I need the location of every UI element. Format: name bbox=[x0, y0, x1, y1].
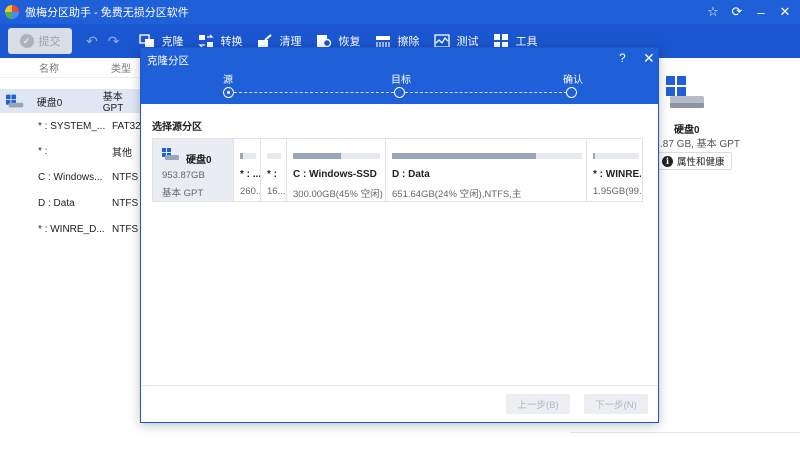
disk-row[interactable]: 硬盘0 基本 GPT bbox=[0, 89, 142, 114]
partition-detail: 300.00GB(45% 空闲),... bbox=[293, 189, 383, 200]
usage-fill bbox=[392, 153, 537, 159]
clone-icon bbox=[139, 34, 155, 47]
disk-name: 硬盘0 bbox=[186, 155, 212, 166]
partition-type: NTFS bbox=[112, 197, 139, 209]
app-title-bar: 傲梅分区助手 - 免费无损分区软件 ☆ ⟳ – ✕ bbox=[0, 0, 800, 24]
disk-type: 基本 GPT bbox=[102, 92, 124, 114]
partition-block[interactable]: D : Data 651.64GB(24% 空闲),NTFS,主 bbox=[385, 139, 586, 201]
partition-name: * : ... bbox=[240, 169, 260, 180]
refresh-icon[interactable]: ⟳ bbox=[726, 1, 748, 23]
partition-detail: 1.95GB(99... bbox=[593, 186, 641, 197]
app-title: 傲梅分区助手 - 免费无损分区软件 bbox=[25, 7, 189, 19]
partition-name: D : Data bbox=[392, 169, 430, 180]
partition-name: * : WINRE... bbox=[593, 169, 641, 180]
partition-block[interactable]: * : ... 260... bbox=[233, 139, 260, 201]
partition-name: * : bbox=[38, 145, 48, 157]
partition-name: * : SYSTEM_... bbox=[38, 120, 106, 132]
step-label-source: 源 bbox=[223, 75, 233, 86]
disk-info-panel: 硬盘0 .87 GB, 基本 GPT i 属性和健康 bbox=[570, 58, 800, 470]
redo-icon[interactable]: ↷ bbox=[108, 33, 120, 50]
disk-size: .87 GB, 基本 GPT bbox=[660, 139, 741, 150]
partition-detail: 260... bbox=[240, 186, 260, 197]
step-dot-target bbox=[394, 87, 405, 98]
submit-label: 提交 bbox=[38, 36, 61, 48]
partition-block[interactable]: C : Windows-SSD 300.00GB(45% 空闲),... bbox=[286, 139, 385, 201]
partition-block[interactable]: * : 16... bbox=[260, 139, 286, 201]
star-icon[interactable]: ☆ bbox=[702, 1, 724, 23]
partition-type: NTFS bbox=[112, 171, 139, 183]
usage-bar bbox=[240, 153, 256, 159]
disk-name: 硬盘0 bbox=[36, 97, 63, 109]
divider bbox=[570, 432, 800, 433]
disk-size: 953.87GB bbox=[162, 170, 205, 181]
undo-icon[interactable]: ↶ bbox=[86, 33, 98, 50]
partition-name: C : Windows-SSD bbox=[293, 169, 377, 180]
step-dot-source bbox=[223, 87, 234, 98]
check-icon: ✓ bbox=[19, 34, 34, 48]
usage-bar bbox=[392, 153, 582, 159]
next-step-button[interactable]: 下一步(N) bbox=[584, 394, 648, 414]
dialog-title: 克隆分区 bbox=[147, 55, 189, 67]
partition-name: D : Data bbox=[38, 197, 75, 209]
step-dot-confirm bbox=[566, 87, 577, 98]
step-label-target: 目标 bbox=[391, 75, 411, 86]
usage-bar bbox=[267, 153, 281, 159]
partition-detail: 651.64GB(24% 空闲),NTFS,主 bbox=[392, 189, 522, 200]
step-connector bbox=[234, 92, 394, 93]
usage-fill bbox=[240, 153, 244, 159]
partition-block[interactable]: * : WINRE... 1.95GB(99... bbox=[586, 139, 642, 201]
recover-icon bbox=[317, 35, 332, 48]
column-header-type[interactable]: 类型 bbox=[111, 60, 131, 75]
dialog-close-button[interactable]: ✕ bbox=[643, 50, 655, 67]
usage-bar bbox=[593, 153, 639, 159]
partition-type: 其他 bbox=[112, 147, 132, 159]
dialog-header: 克隆分区 ? ✕ 源 目标 确认 bbox=[141, 48, 658, 104]
partition-type: FAT32 bbox=[112, 120, 141, 132]
list-item[interactable]: * : SYSTEM_... FAT32 bbox=[0, 116, 142, 136]
disk-map: 硬盘0 953.87GB 基本 GPT * : ... 260... * : 1… bbox=[152, 138, 643, 202]
app-logo-icon bbox=[5, 5, 19, 19]
partition-type: NTFS bbox=[112, 223, 139, 235]
disk-kind: 基本 GPT bbox=[162, 188, 204, 199]
disk-icon bbox=[6, 94, 24, 108]
usage-fill bbox=[593, 153, 596, 159]
partition-name: C : Windows... bbox=[38, 171, 103, 183]
partition-name: * : WINRE_D... bbox=[38, 223, 105, 235]
minimize-button[interactable]: – bbox=[750, 1, 772, 23]
usage-fill bbox=[293, 153, 341, 159]
partition-name: * : bbox=[267, 169, 277, 180]
list-item[interactable]: * : WINRE_D... NTFS bbox=[0, 219, 142, 239]
step-connector bbox=[405, 92, 567, 93]
properties-health-button[interactable]: i 属性和健康 bbox=[658, 152, 732, 170]
partition-detail: 16... bbox=[267, 186, 285, 197]
disk-list-panel: 名称 类型 硬盘0 基本 GPT * : SYSTEM_... FAT32 * … bbox=[0, 58, 142, 470]
section-title: 选择源分区 bbox=[152, 122, 202, 133]
list-item[interactable]: * : 其他 bbox=[0, 141, 142, 161]
disk-name: 硬盘0 bbox=[674, 125, 700, 136]
usage-bar bbox=[293, 153, 380, 159]
clone-partition-dialog: 克隆分区 ? ✕ 源 目标 确认 选择源分区 硬盘0 953.87GB 基本 G… bbox=[140, 47, 659, 423]
info-icon: i bbox=[662, 155, 673, 167]
dialog-footer-divider bbox=[141, 385, 658, 386]
step-label-confirm: 确认 bbox=[563, 75, 583, 86]
disk-icon bbox=[162, 148, 179, 160]
help-icon[interactable]: ? bbox=[619, 51, 626, 65]
clean-icon bbox=[258, 34, 273, 47]
convert-icon bbox=[198, 34, 215, 48]
list-item[interactable]: D : Data NTFS bbox=[0, 193, 142, 213]
properties-health-label: 属性和健康 bbox=[677, 157, 725, 168]
test-icon bbox=[434, 34, 451, 48]
close-button[interactable]: ✕ bbox=[774, 1, 796, 23]
disk-drive-icon bbox=[666, 76, 704, 108]
tools-grid-icon bbox=[494, 34, 509, 48]
column-header-name[interactable]: 名称 bbox=[39, 60, 111, 75]
disk-summary[interactable]: 硬盘0 953.87GB 基本 GPT bbox=[153, 139, 233, 201]
submit-button[interactable]: ✓ 提交 bbox=[8, 28, 72, 54]
wipe-icon bbox=[376, 36, 391, 47]
prev-step-button[interactable]: 上一步(B) bbox=[506, 394, 570, 414]
list-item[interactable]: C : Windows... NTFS bbox=[0, 167, 142, 187]
